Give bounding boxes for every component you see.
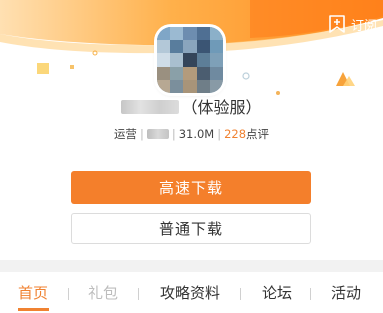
subscribe-label: 订阅 — [350, 18, 377, 34]
bookmark-plus-icon — [326, 13, 348, 35]
normal-download-button[interactable]: 普通下载 — [71, 213, 311, 244]
review-label[interactable]: 点评 — [246, 127, 269, 141]
app-title-suffix: （体验服） — [181, 98, 262, 117]
decor-dot — [242, 72, 250, 80]
active-tab-indicator — [18, 308, 49, 311]
decor-square — [37, 63, 49, 74]
tab-events[interactable]: 活动 — [331, 283, 361, 303]
publisher-label: 运营 — [113, 127, 137, 141]
app-size: 31.0M — [178, 127, 215, 141]
tab-gift[interactable]: 礼包 — [88, 283, 118, 303]
decor-dot — [70, 65, 74, 69]
tab-separator — [310, 288, 311, 300]
decor-dot — [276, 91, 280, 95]
tab-bar: 首页 礼包 攻略资料 论坛 活动 — [0, 272, 383, 313]
tab-guides[interactable]: 攻略资料 — [160, 283, 220, 303]
tab-home[interactable]: 首页 — [18, 283, 48, 303]
publisher-name-redacted — [146, 129, 169, 139]
app-icon — [157, 27, 223, 93]
tab-separator — [138, 288, 139, 300]
tab-separator — [68, 288, 69, 300]
tab-forum[interactable]: 论坛 — [262, 283, 292, 303]
tab-separator — [240, 288, 241, 300]
section-divider — [0, 260, 383, 272]
review-count: 228 — [224, 127, 247, 141]
app-icon-pixelated — [157, 27, 223, 93]
app-name-redacted — [121, 100, 180, 114]
fast-download-button[interactable]: 高速下载 — [71, 171, 311, 204]
app-meta: 运营 | | 31.0M | 228点评 — [113, 127, 270, 141]
subscribe-button[interactable]: 订阅 — [326, 11, 377, 37]
app-title: （体验服） — [0, 96, 383, 120]
